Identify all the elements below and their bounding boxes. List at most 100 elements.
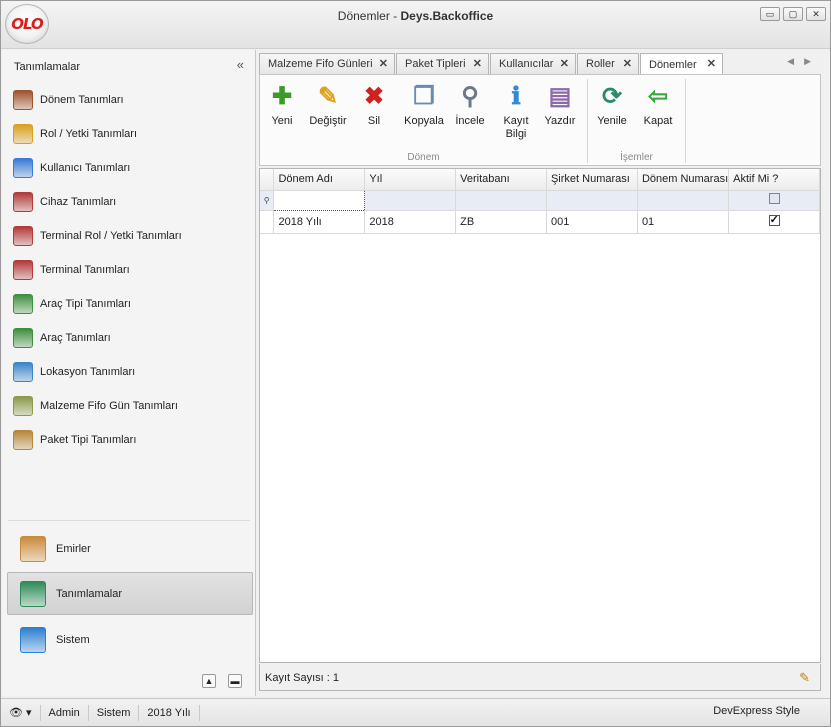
cell-yil[interactable]: 2018	[364, 210, 457, 234]
boxes-icon	[13, 396, 33, 416]
column-header[interactable]: Dönem Numarası	[637, 169, 730, 191]
ribbon-button[interactable]: ❐ Kopyala	[402, 77, 446, 128]
maximize-button[interactable]: ▢	[783, 7, 803, 21]
tab[interactable]: Kullanıcılar ✕	[490, 53, 576, 74]
window-title: Dönemler - Deys.Backoffice	[337, 9, 494, 23]
app-window: OLO Dönemler - Deys.Backoffice ▭ ▢ ✕ Tan…	[0, 0, 831, 727]
tab[interactable]: Roller ✕	[577, 53, 639, 74]
cell-donem-adi[interactable]: 2018 Yılı	[273, 210, 366, 234]
nav-item-label: Terminal Rol / Yetki Tanımları	[40, 230, 182, 242]
header-indicator	[260, 169, 275, 191]
nav-item[interactable]: Lokasyon Tanımları	[2, 355, 256, 389]
tab-label: Roller	[586, 58, 615, 70]
filter-cell[interactable]	[637, 190, 730, 211]
status-style[interactable]: DevExpress Style	[713, 705, 800, 717]
filter-cell[interactable]	[455, 190, 547, 211]
ribbon-button-label: Kopyala	[404, 115, 444, 127]
nav-group-label: Sistem	[56, 633, 90, 646]
printer-icon: ▤	[548, 82, 572, 110]
tab-close-icon[interactable]: ✕	[473, 57, 482, 70]
cell-veritabani[interactable]: ZB	[455, 210, 547, 234]
cell-donem-no[interactable]: 01	[637, 210, 730, 234]
edit-layout-icon[interactable]: ✎	[799, 670, 810, 686]
ribbon-group-donem: Dönem	[407, 152, 440, 163]
ribbon-button[interactable]: ▤ Yazdır	[538, 77, 582, 128]
pencil-icon: ✎	[317, 82, 339, 110]
tab-close-icon[interactable]: ✕	[560, 57, 569, 70]
terminal-key-icon	[13, 226, 33, 246]
nav-item[interactable]: Cihaz Tanımları	[2, 185, 256, 219]
nav-group[interactable]: Tanımlamalar	[7, 572, 253, 615]
column-header[interactable]: Dönem Adı	[273, 169, 366, 191]
user-menu-icon[interactable]: 👁 ▾	[1, 704, 41, 721]
ribbon-button[interactable]: ⇦ Kapat	[636, 77, 680, 128]
ribbon-button-label: Yazdır	[544, 115, 576, 127]
column-header[interactable]: Yıl	[364, 169, 457, 191]
tab-label: Paket Tipleri	[405, 58, 466, 70]
nav-item[interactable]: Malzeme Fifo Gün Tanımları	[2, 389, 256, 423]
ribbon-toolbar: Dönem İşemler ✚ Yeni ✎ Değiştir ✖ Sil ❐ Kopyala…	[259, 74, 821, 166]
cell-aktif[interactable]	[728, 210, 820, 234]
ribbon-button[interactable]: ⚲ İncele	[448, 77, 492, 128]
nav-item[interactable]: Paket Tipi Tanımları	[2, 423, 256, 457]
ribbon-button[interactable]: ℹ Kayıt Bilgi	[494, 77, 538, 141]
terminal-user-icon	[13, 260, 33, 280]
close-button[interactable]: ✕	[806, 7, 826, 21]
column-header[interactable]: Şirket Numarası	[546, 169, 638, 191]
minimize-button[interactable]: ▭	[760, 7, 780, 21]
nav-group[interactable]: Sistem	[7, 618, 253, 661]
nav-item[interactable]: Kullanıcı Tanımları	[2, 151, 256, 185]
grid-header-row: Dönem Adı Yıl Veritabanı Şirket Numarası…	[260, 169, 820, 191]
tab-close-icon[interactable]: ✕	[379, 57, 388, 70]
tab-label: Malzeme Fifo Günleri	[268, 58, 373, 70]
tab-close-icon[interactable]: ✕	[707, 57, 716, 70]
ribbon-button[interactable]: ⟳ Yenile	[590, 77, 634, 128]
tab[interactable]: Dönemler ✕	[640, 53, 723, 75]
key-icon	[13, 124, 33, 144]
nav-item-label: Malzeme Fifo Gün Tanımları	[40, 400, 178, 412]
overflow-icon[interactable]: ▬	[228, 674, 242, 688]
tab-label: Kullanıcılar	[499, 58, 554, 70]
ribbon-button[interactable]: ✚ Yeni	[260, 77, 304, 128]
ribbon-button[interactable]: ✖ Sil	[352, 77, 396, 128]
row-indicator	[260, 210, 275, 234]
refresh-icon: ⟳	[601, 82, 623, 110]
tab[interactable]: Malzeme Fifo Günleri ✕	[259, 53, 395, 74]
filter-cell[interactable]	[546, 190, 638, 211]
nav-item-label: Cihaz Tanımları	[40, 196, 117, 208]
tab-close-icon[interactable]: ✕	[623, 57, 632, 70]
nav-item-label: Paket Tipi Tanımları	[40, 434, 137, 446]
ribbon-button[interactable]: ✎ Değiştir	[306, 77, 350, 128]
filter-checkbox[interactable]	[768, 193, 780, 204]
auto-filter-row: ⚲	[260, 189, 820, 211]
nav-item[interactable]: Dönem Tanımları	[2, 83, 256, 117]
collapse-icon[interactable]: «	[237, 57, 244, 72]
filter-cell[interactable]	[364, 190, 457, 211]
magnifier-icon: ⚲	[461, 82, 479, 110]
table-row[interactable]: 2018 Yılı 2018 ZB 001 01	[260, 210, 820, 234]
record-count: Kayıt Sayısı : 1	[265, 672, 339, 684]
nav-header-title: Tanımlamalar	[14, 61, 81, 73]
cell-sirket-no[interactable]: 001	[546, 210, 638, 234]
nav-item[interactable]: Araç Tipi Tanımları	[2, 287, 256, 321]
filter-cell[interactable]	[273, 189, 366, 211]
tab-label: Dönemler	[649, 58, 697, 71]
options-icon[interactable]: ▲	[202, 674, 216, 688]
column-header[interactable]: Aktif Mi ?	[728, 169, 820, 191]
nav-item[interactable]: Araç Tanımları	[2, 321, 256, 355]
nav-item[interactable]: Rol / Yetki Tanımları	[2, 117, 256, 151]
aktif-checkbox[interactable]	[768, 213, 780, 226]
nav-group[interactable]: Emirler	[7, 527, 253, 570]
tab-scroll-arrows-icon[interactable]: ◀▶	[787, 56, 821, 67]
column-header[interactable]: Veritabanı	[455, 169, 547, 191]
nav-group-label: Tanımlamalar	[56, 587, 123, 600]
plus-icon: ✚	[271, 82, 293, 110]
tab[interactable]: Paket Tipleri ✕	[396, 53, 489, 74]
filter-cell[interactable]	[728, 190, 820, 211]
title-bar: OLO Dönemler - Deys.Backoffice ▭ ▢ ✕	[1, 1, 830, 49]
nav-items: Dönem Tanımları Rol / Yetki Tanımları Kull…	[2, 83, 256, 457]
nav-item-label: Terminal Tanımları	[40, 264, 130, 276]
status-bar: 👁 ▾ Admin Sistem 2018 Yılı DevExpress St…	[1, 698, 830, 726]
nav-item[interactable]: Terminal Rol / Yetki Tanımları	[2, 219, 256, 253]
nav-item[interactable]: Terminal Tanımları	[2, 253, 256, 287]
